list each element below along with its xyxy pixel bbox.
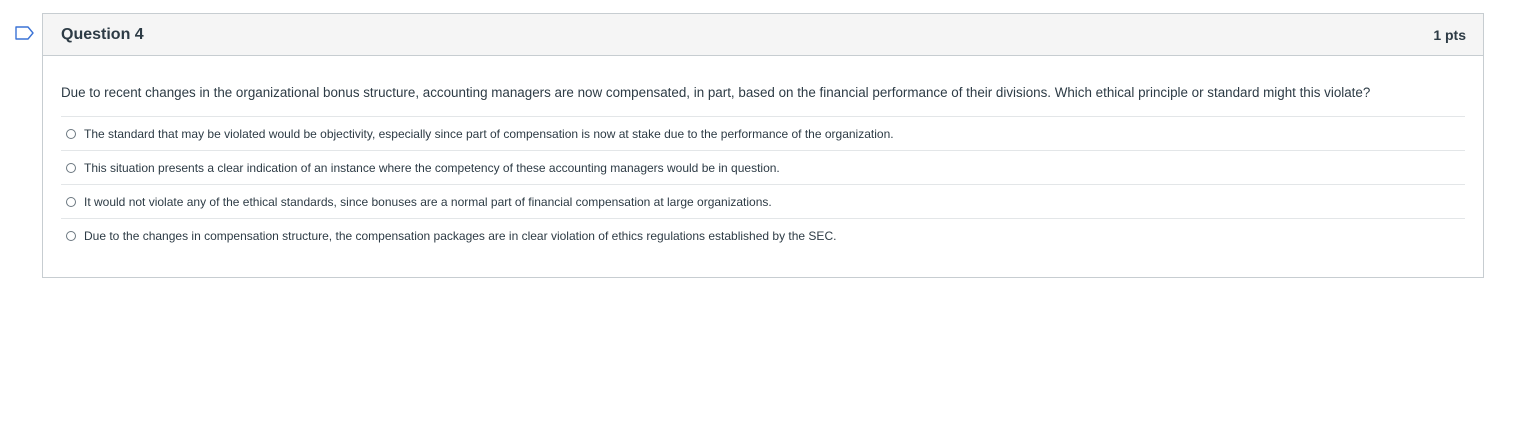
answer-option-4[interactable]: Due to the changes in compensation struc… bbox=[61, 219, 1465, 252]
radio-button[interactable] bbox=[66, 196, 76, 207]
answer-option-2[interactable]: This situation presents a clear indicati… bbox=[61, 151, 1465, 185]
answer-option-3[interactable]: It would not violate any of the ethical … bbox=[61, 185, 1465, 219]
answer-list: The standard that may be violated would … bbox=[61, 116, 1465, 252]
answer-option-1[interactable]: The standard that may be violated would … bbox=[61, 117, 1465, 151]
radio-button[interactable] bbox=[66, 230, 76, 241]
question-header: Question 4 1 pts bbox=[43, 14, 1483, 56]
radio-button[interactable] bbox=[66, 128, 76, 139]
answer-label[interactable]: It would not violate any of the ethical … bbox=[84, 195, 772, 209]
flag-icon[interactable] bbox=[15, 26, 35, 40]
answer-label[interactable]: The standard that may be violated would … bbox=[84, 127, 894, 141]
answer-label[interactable]: Due to the changes in compensation struc… bbox=[84, 229, 836, 243]
radio-button[interactable] bbox=[66, 162, 76, 173]
question-body: Due to recent changes in the organizatio… bbox=[43, 56, 1483, 252]
question-text: Due to recent changes in the organizatio… bbox=[61, 85, 1371, 100]
question-card: Question 4 1 pts Due to recent changes i… bbox=[42, 13, 1484, 278]
question-title: Question 4 bbox=[61, 25, 144, 43]
answer-label[interactable]: This situation presents a clear indicati… bbox=[84, 161, 780, 175]
question-points: 1 pts bbox=[1433, 26, 1466, 43]
